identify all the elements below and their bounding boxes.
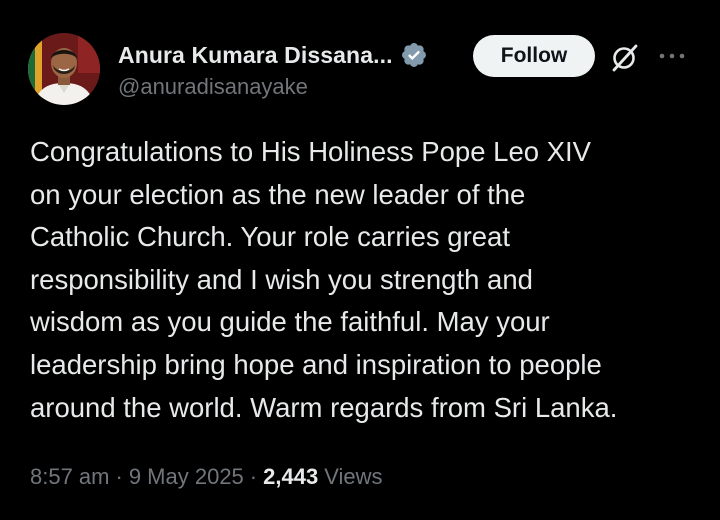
more-dots-icon[interactable] — [656, 44, 688, 68]
grok-icon[interactable] — [608, 40, 642, 74]
tweet-text: Congratulations to His Holiness Pope Leo… — [30, 136, 618, 423]
tweet-date[interactable]: 9 May 2025 — [129, 464, 244, 490]
follow-button[interactable]: Follow — [473, 35, 595, 77]
verified-badge-icon[interactable] — [400, 41, 428, 69]
avatar[interactable] — [28, 33, 100, 105]
meta-separator: · — [249, 464, 258, 489]
author-display-name[interactable]: Anura Kumara Dissana... — [118, 42, 393, 69]
author-name-row: Anura Kumara Dissana... — [118, 38, 428, 72]
author-handle[interactable]: @anuradisanayake — [118, 74, 308, 100]
tweet-time[interactable]: 8:57 am — [30, 464, 110, 490]
tweet: Anura Kumara Dissana... @anuradisanayake… — [0, 0, 720, 520]
tweet-meta: 8:57 am · 9 May 2025 · 2,443 Views — [30, 464, 382, 490]
profile-photo-icon — [28, 33, 100, 105]
meta-separator: · — [115, 464, 123, 489]
views-label: Views — [324, 464, 383, 489]
views-count[interactable]: 2,443 — [263, 464, 318, 490]
